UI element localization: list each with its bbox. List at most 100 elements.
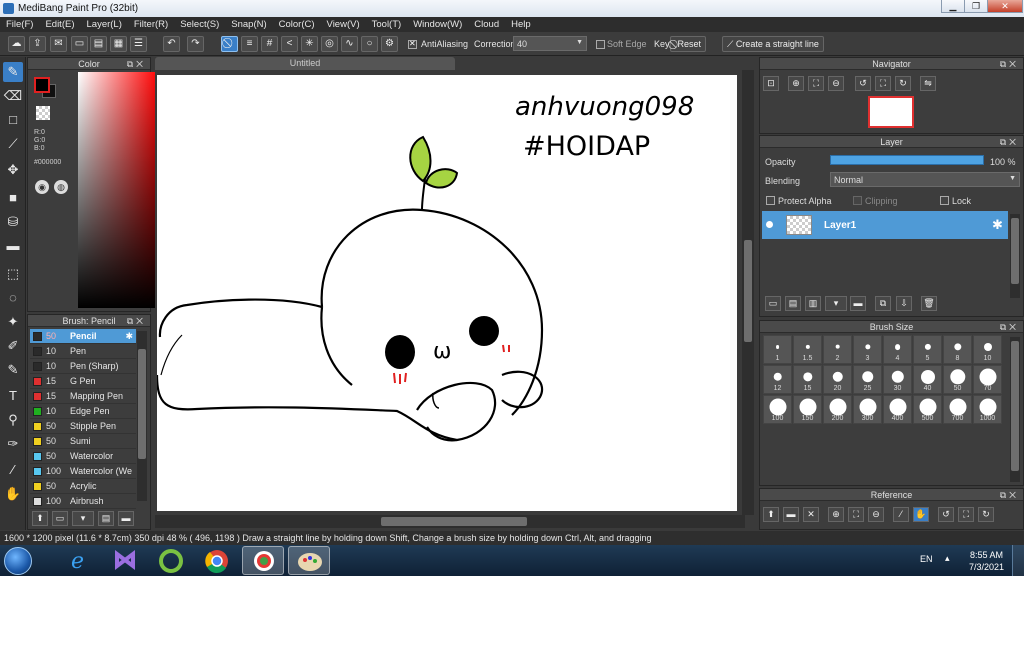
menu-cloud[interactable]: Cloud — [468, 17, 505, 32]
brush-list-item[interactable]: 15 Mapping Pen — [30, 389, 136, 404]
bucket-tool-icon[interactable]: ⛁ — [3, 212, 23, 232]
panel-controls-icon[interactable]: ⧉✕ — [1000, 136, 1019, 148]
zoom-in-icon[interactable]: ⊕ — [788, 76, 804, 91]
snap-off-icon[interactable]: ⃠ — [221, 36, 238, 52]
magic-wand-tool-icon[interactable]: ✦ — [3, 312, 23, 332]
delete-layer-icon[interactable]: 🗑 — [921, 296, 937, 311]
grid-snap-icon[interactable]: # — [261, 36, 278, 52]
brush-folder-icon[interactable]: ▬ — [118, 511, 134, 526]
lasso-tool-icon[interactable]: ◌ — [3, 288, 23, 308]
panel-controls-icon[interactable]: ⧉✕ — [1000, 321, 1019, 333]
fill-rect-tool-icon[interactable]: ■ — [3, 188, 23, 208]
hand-tool-icon[interactable]: ✋ — [3, 484, 23, 504]
drawing-canvas[interactable]: anhvuong098 #HOIDAP ω — [155, 75, 737, 511]
gradient-tool-icon[interactable]: ▬ — [3, 236, 23, 256]
panel-controls-icon[interactable]: ⧉✕ — [127, 315, 146, 327]
reference-close-icon[interactable]: ✕ — [803, 507, 819, 522]
panel-controls-icon[interactable]: ⧉✕ — [1000, 58, 1019, 70]
rotate-left-icon[interactable]: ↺ — [855, 76, 871, 91]
brush-list-item[interactable]: 100 Airbrush — [30, 494, 136, 509]
coc-coc-icon[interactable] — [150, 546, 192, 575]
panel-controls-icon[interactable]: ⧉✕ — [1000, 489, 1019, 501]
brush-size-cell[interactable]: 50 — [943, 365, 972, 394]
merge-layer-icon[interactable]: ⇩ — [896, 296, 912, 311]
shape-tool-icon[interactable]: □ — [3, 110, 23, 130]
opacity-slider[interactable] — [830, 155, 984, 165]
zoom-fit-icon[interactable]: ⊡ — [763, 76, 779, 91]
snap-settings-icon[interactable]: ⚙ — [381, 36, 398, 52]
brush-size-cell[interactable]: 3 — [853, 335, 882, 364]
move-tool-icon[interactable]: ✥ — [3, 160, 23, 180]
reference-open-icon[interactable]: ▬ — [783, 507, 799, 522]
new-brush-icon[interactable]: ▭ — [52, 511, 68, 526]
menu-edit[interactable]: Edit(E) — [39, 17, 80, 32]
brush-size-scrollbar[interactable] — [1010, 337, 1020, 482]
panel-controls-icon[interactable]: ⧉✕ — [127, 58, 146, 70]
maximize-button[interactable]: ❐ — [964, 0, 988, 13]
brush-size-cell[interactable]: 10 — [973, 335, 1002, 364]
brush-list-item[interactable]: 50 Acrylic — [30, 479, 136, 494]
menu-window[interactable]: Window(W) — [407, 17, 468, 32]
brush-size-cell[interactable]: 1000 — [973, 395, 1002, 424]
flip-icon[interactable]: ⇋ — [920, 76, 936, 91]
visual-studio-icon[interactable] — [104, 546, 146, 575]
reference-rotate-right-icon[interactable]: ↻ — [978, 507, 994, 522]
paint-taskbar-icon[interactable] — [288, 546, 330, 575]
brush-list-item[interactable]: 10 Edge Pen — [30, 404, 136, 419]
blur-tool-icon[interactable]: ✑ — [3, 434, 23, 454]
comment-icon[interactable]: ✉ — [50, 36, 67, 52]
grid-icon[interactable]: ▦ — [110, 36, 127, 52]
brush-scroll-thumb[interactable] — [138, 349, 146, 459]
brush-list-item[interactable]: 50 Sumi — [30, 434, 136, 449]
brush-list-item[interactable]: 50 Stipple Pen — [30, 419, 136, 434]
brush-menu-icon[interactable]: ▾ — [72, 511, 94, 526]
brush-list-item[interactable]: 15 G Pen — [30, 374, 136, 389]
reference-fit-icon[interactable]: ⛶ — [848, 507, 864, 522]
rotate-right-icon[interactable]: ↻ — [895, 76, 911, 91]
close-button[interactable]: ✕ — [987, 0, 1023, 13]
layer-scroll-thumb[interactable] — [1011, 218, 1019, 284]
brush-list-item[interactable]: 10 Pen — [30, 344, 136, 359]
brush-list-item[interactable]: 10 Pen (Sharp) — [30, 359, 136, 374]
visibility-icon[interactable] — [766, 221, 773, 228]
brush-size-cell[interactable]: 12 — [763, 365, 792, 394]
canvas-horizontal-thumb[interactable] — [381, 517, 527, 526]
duplicate-layer-icon[interactable]: ⧉ — [875, 296, 891, 311]
menu-help[interactable]: Help — [505, 17, 537, 32]
brush-settings-icon[interactable]: ▤ — [98, 511, 114, 526]
brush-scrollbar[interactable] — [137, 331, 147, 501]
list-icon[interactable]: ☰ — [130, 36, 147, 52]
lock-checkbox[interactable] — [940, 196, 949, 205]
internet-explorer-icon[interactable]: e — [58, 546, 100, 575]
new-layer-icon[interactable]: ▭ — [765, 296, 781, 311]
clipping-checkbox[interactable] — [853, 196, 862, 205]
brush-size-cell[interactable]: 5 — [913, 335, 942, 364]
menu-color[interactable]: Color(C) — [273, 17, 321, 32]
menu-layer[interactable]: Layer(L) — [81, 17, 128, 32]
reference-cloud-icon[interactable]: ⬆ — [763, 507, 779, 522]
foreground-color-swatch[interactable] — [34, 77, 50, 93]
layer-settings-icon[interactable]: ✱ — [992, 217, 1003, 233]
medibang-taskbar-icon[interactable] — [242, 546, 284, 575]
reference-zoom-out-icon[interactable]: ⊖ — [868, 507, 884, 522]
operation-tool-icon[interactable]: ⚲ — [3, 410, 23, 430]
brush-size-cell[interactable]: 40 — [913, 365, 942, 394]
brush-size-cell[interactable]: 150 — [793, 395, 822, 424]
text-tool-icon[interactable]: T — [3, 386, 23, 406]
brush-settings-gear-icon[interactable]: ✱ — [125, 331, 133, 342]
actual-size-icon[interactable]: ⛶ — [808, 76, 824, 91]
add-layer-menu-icon[interactable]: ▾ — [825, 296, 847, 311]
start-button[interactable] — [4, 547, 32, 575]
show-desktop-button[interactable] — [1012, 545, 1024, 576]
curve-snap-icon[interactable]: ∿ — [341, 36, 358, 52]
protect-alpha-checkbox[interactable] — [766, 196, 775, 205]
brush-size-scroll-thumb[interactable] — [1011, 341, 1019, 471]
layer-folder-icon[interactable]: ▬ — [850, 296, 866, 311]
select-rect-tool-icon[interactable]: ⬚ — [3, 264, 23, 284]
brush-size-cell[interactable]: 8 — [943, 335, 972, 364]
share-icon[interactable]: ⇪ — [29, 36, 46, 52]
canvas-vertical-scrollbar[interactable] — [742, 70, 754, 515]
chrome-icon[interactable] — [196, 546, 238, 575]
canvas-vertical-thumb[interactable] — [744, 240, 752, 342]
select-eraser-tool-icon[interactable]: ✎ — [3, 360, 23, 380]
